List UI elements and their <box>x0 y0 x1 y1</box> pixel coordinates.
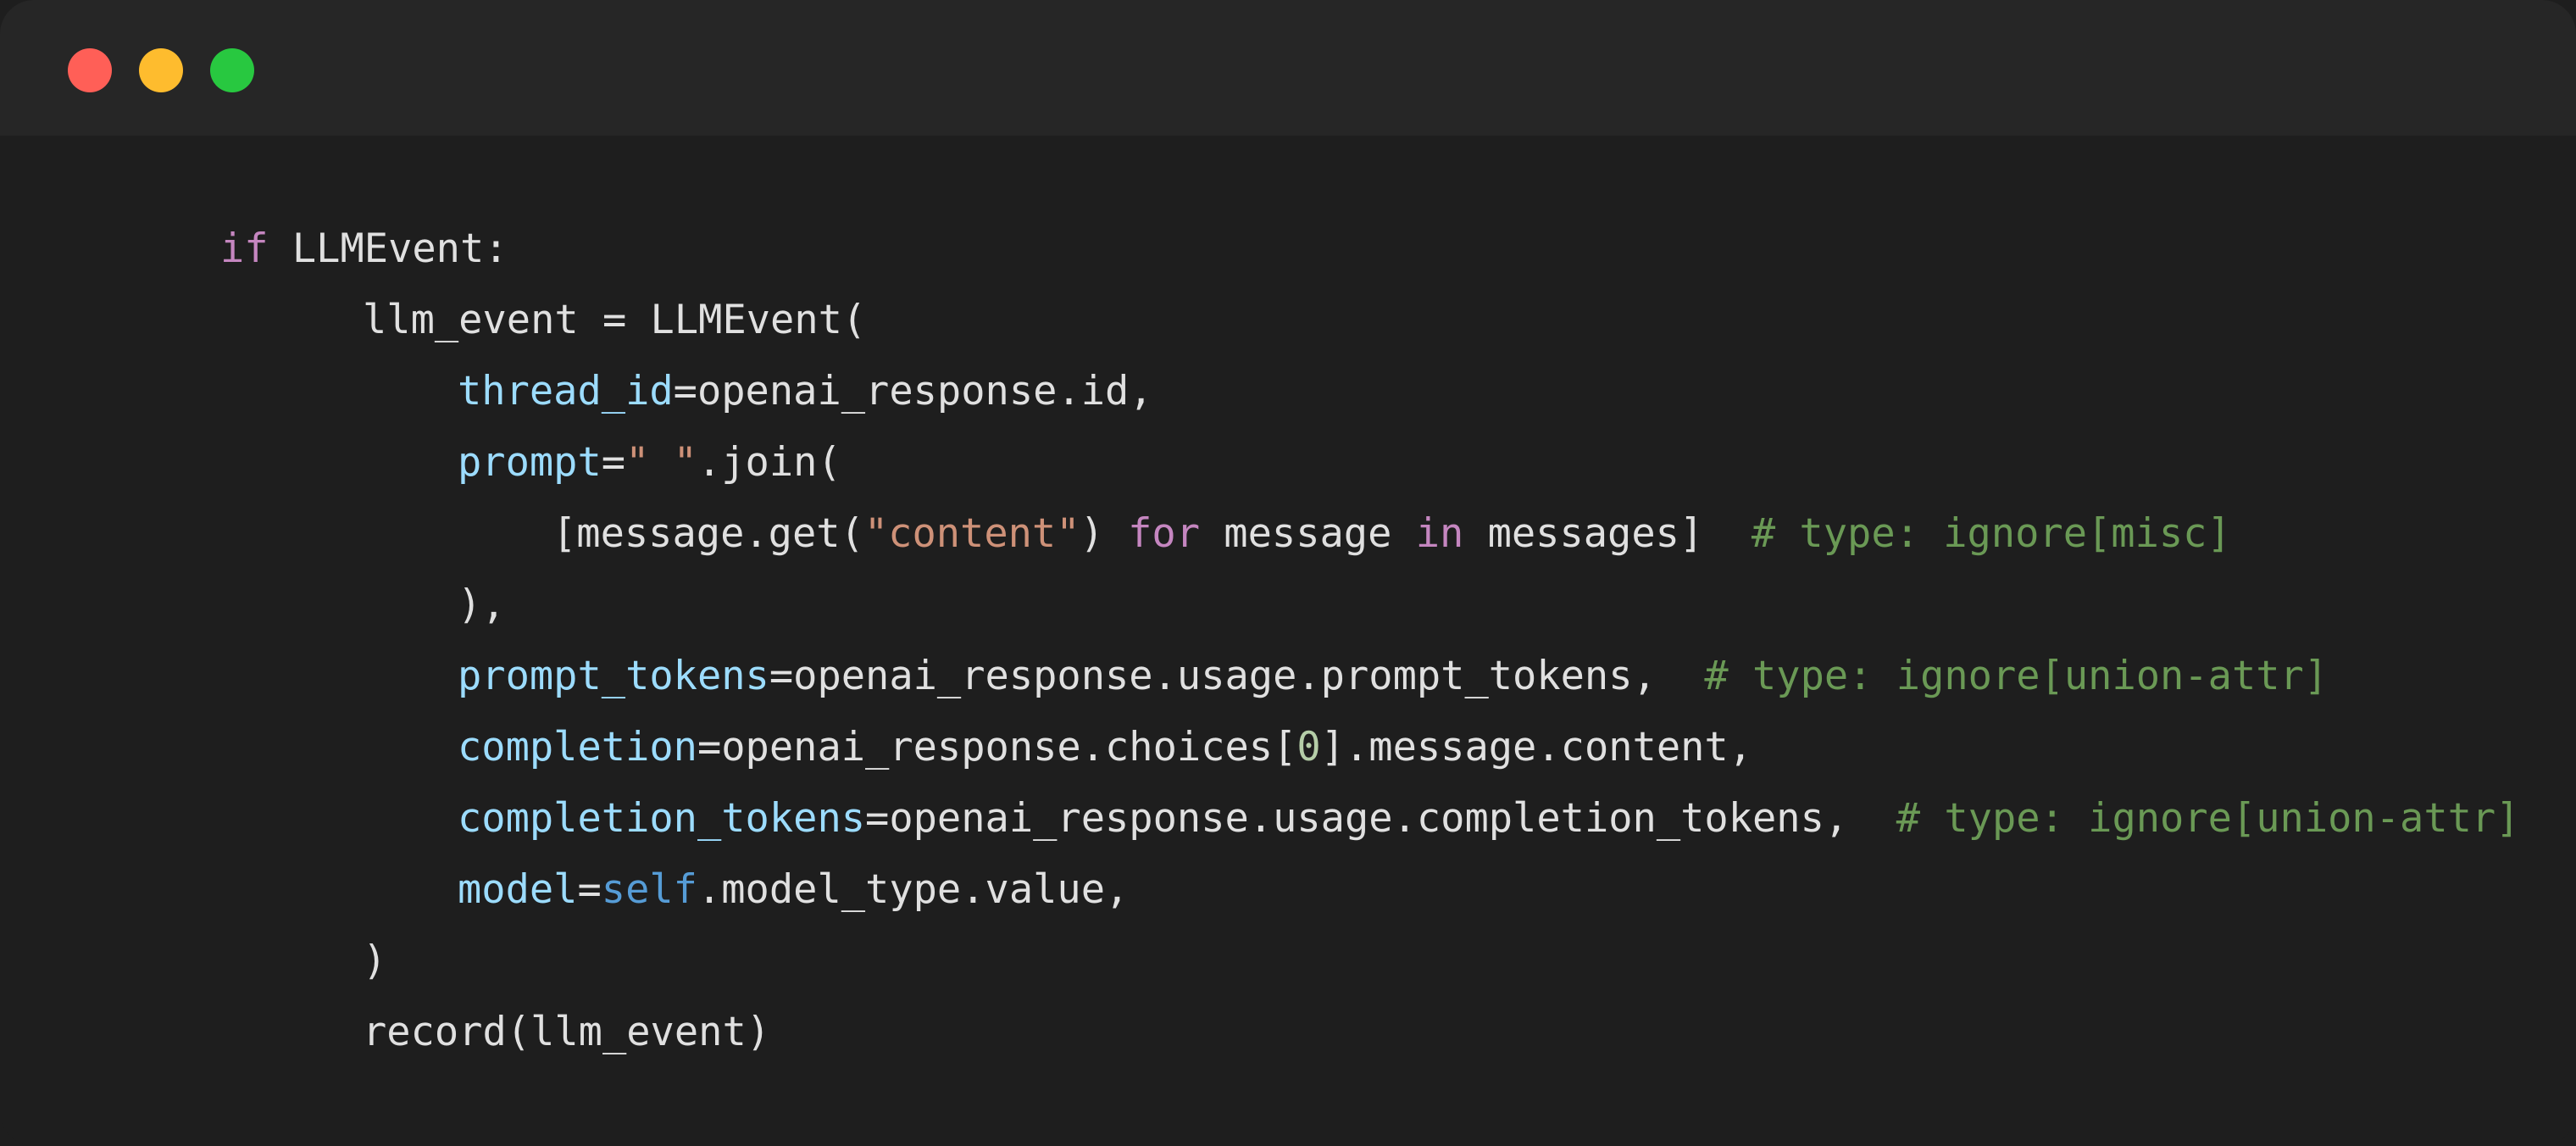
code-token-keyword: for <box>1128 510 1201 557</box>
code-token-default: .model_type.value, <box>697 866 1130 913</box>
code-token-default: LLMEvent: <box>268 225 508 272</box>
code-token-param: completion <box>458 724 697 770</box>
code-line: [message.get("content") for message in m… <box>0 498 2520 570</box>
code-token-default: [message.get( <box>552 510 864 557</box>
code-token-default: = <box>577 866 602 913</box>
code-window: if LLMEvent: llm_event = LLMEvent( thread_… <box>0 0 2576 1146</box>
code-token-default: ) <box>1080 510 1129 557</box>
window-titlebar <box>0 0 2576 136</box>
code-token-param: prompt_tokens <box>458 653 769 699</box>
code-token-default: .join( <box>697 439 841 486</box>
code-token-comment: # type: ignore[misc] <box>1751 510 2231 557</box>
minimize-window-icon[interactable] <box>139 48 183 92</box>
code-token-number: 0 <box>1296 724 1321 770</box>
code-token-default: =openai_response.usage.completion_tokens… <box>865 795 1896 842</box>
close-window-icon[interactable] <box>68 48 112 92</box>
code-line: if LLMEvent: <box>0 214 2520 285</box>
code-line: completion=openai_response.choices[0].me… <box>0 712 2520 783</box>
maximize-window-icon[interactable] <box>210 48 254 92</box>
code-token-default: =openai_response.usage.prompt_tokens, <box>769 653 1705 699</box>
code-token-default: =openai_response.choices[ <box>697 724 1297 770</box>
code-line: completion_tokens=openai_response.usage.… <box>0 783 2520 854</box>
code-token-string: "content" <box>863 510 1080 557</box>
code-line: ), <box>0 570 2520 641</box>
code-token-default: llm_event = LLMEvent( <box>363 297 867 343</box>
code-line: prompt=" ".join( <box>0 427 2520 498</box>
code-token-comment: # type: ignore[union-attr] <box>1704 653 2329 699</box>
code-line: llm_event = LLMEvent( <box>0 285 2520 356</box>
code-token-self: self <box>601 866 697 913</box>
code-token-param: completion_tokens <box>458 795 866 842</box>
code-token-default: ), <box>458 581 506 628</box>
code-line: model=self.model_type.value, <box>0 854 2520 926</box>
code-token-string: " " <box>625 439 697 486</box>
code-token-default: messages] <box>1463 510 1752 557</box>
code-token-param: thread_id <box>458 368 674 414</box>
code-token-default: message <box>1200 510 1416 557</box>
code-token-keyword: in <box>1415 510 1464 557</box>
code-token-param: prompt <box>458 439 602 486</box>
code-token-keyword: if <box>220 225 269 272</box>
code-token-param: model <box>458 866 578 913</box>
code-token-default: =openai_response.id, <box>673 368 1153 414</box>
code-token-default: = <box>601 439 626 486</box>
code-line: record(llm_event) <box>0 997 2520 1068</box>
code-line: ) <box>0 926 2520 997</box>
code-token-default: record(llm_event) <box>363 1009 771 1055</box>
code-token-default: ) <box>363 937 387 984</box>
code-token-comment: # type: ignore[union-attr] <box>1896 795 2520 842</box>
code-line: thread_id=openai_response.id, <box>0 356 2520 427</box>
code-block: if LLMEvent: llm_event = LLMEvent( thread_… <box>0 214 2520 1068</box>
code-line: prompt_tokens=openai_response.usage.prom… <box>0 641 2520 712</box>
code-token-default: ].message.content, <box>1320 724 1753 770</box>
